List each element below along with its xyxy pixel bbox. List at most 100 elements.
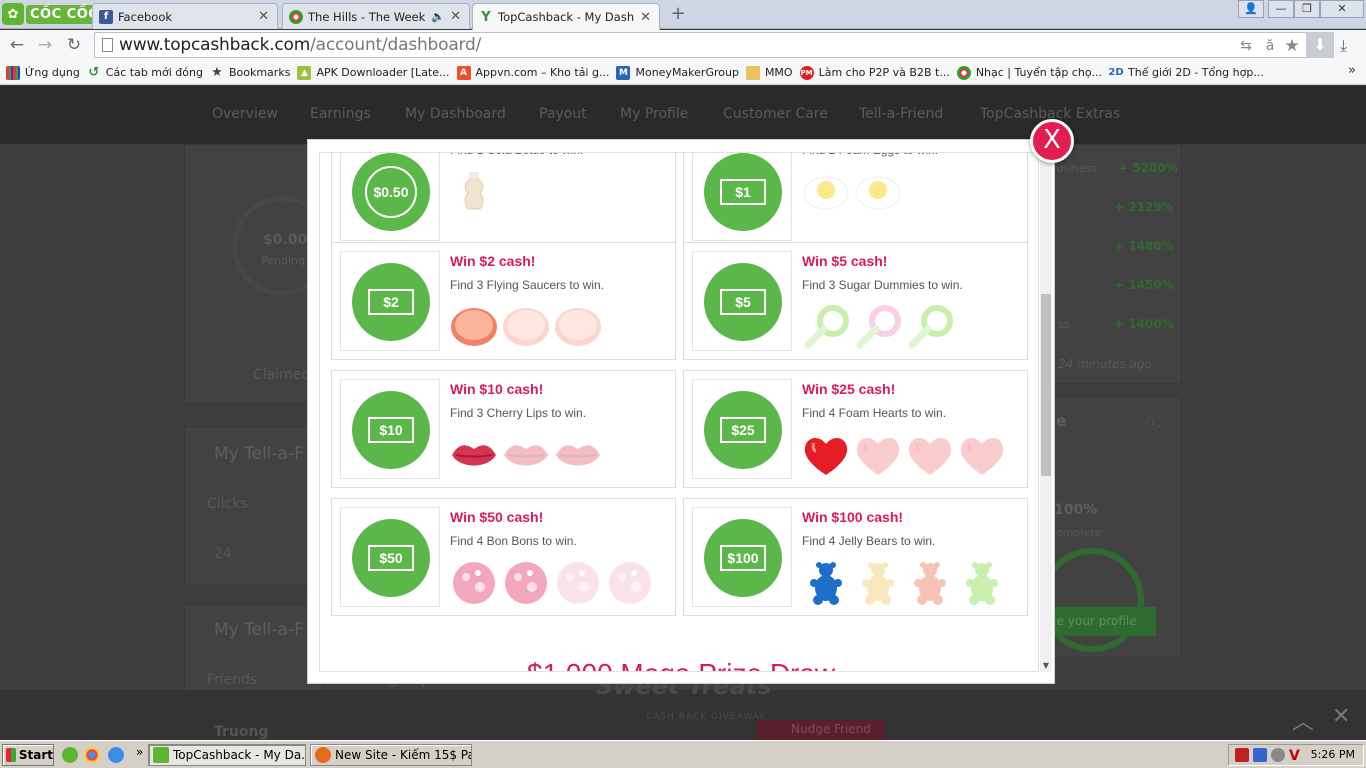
- bookmark-the-gioi-2d[interactable]: 2D Thế giới 2D - Tổng hợp...: [1108, 66, 1271, 80]
- complete-profile-button[interactable]: te your profile: [1042, 607, 1156, 636]
- coccoc-icon: [153, 747, 169, 763]
- browser-toolbar: ← → ↻ www.topcashback.com/account/dashbo…: [0, 30, 1366, 61]
- taskbar-new-site[interactable]: New Site - Kiếm 15$ Pay...: [310, 744, 472, 766]
- mega-prize-heading: $1,000 Mega Prize Draw: [527, 658, 835, 671]
- prize-amount: $50: [368, 545, 414, 571]
- bookmark-p2p-b2b[interactable]: PM Làm cho P2P và B2B t...: [799, 65, 957, 80]
- bookmark-bookmarks[interactable]: ★ Bookmarks: [210, 65, 297, 80]
- prize-instruction: Find 3 Cherry Lips to win.: [450, 406, 587, 420]
- window-close-button[interactable]: ✕: [1320, 0, 1364, 18]
- bear-candy-icon: [802, 561, 850, 605]
- volume-icon[interactable]: [1271, 748, 1285, 762]
- modal-close-button[interactable]: X: [1030, 119, 1074, 163]
- speaker-icon[interactable]: 🔈: [431, 10, 445, 23]
- tell-friend-heading-1: My Tell-a-F: [214, 444, 304, 464]
- business-label: usiness: [1056, 162, 1097, 175]
- close-icon[interactable]: ✕: [640, 10, 651, 25]
- antivirus-icon[interactable]: V: [1289, 748, 1303, 764]
- page-icon: [102, 38, 113, 52]
- nudge-friend-button[interactable]: Nudge Friend: [757, 720, 885, 740]
- typing-icon[interactable]: ă: [1261, 37, 1279, 55]
- bookmark-appvn[interactable]: A Appvn.com – Kho tải g...: [456, 65, 617, 80]
- chrome-icon[interactable]: [84, 747, 100, 763]
- info-icon[interactable]: ⓘ: [1146, 412, 1161, 433]
- nav-customer-care[interactable]: Customer Care: [723, 106, 828, 122]
- user-icon[interactable]: 👤: [1238, 0, 1264, 18]
- ie-icon[interactable]: [108, 747, 124, 763]
- taskbar-topcashback[interactable]: TopCashback - My Da...: [148, 744, 306, 766]
- coccoc-icon[interactable]: [62, 747, 78, 763]
- dummy-candy-icon: [854, 305, 902, 349]
- history-icon: ↺: [88, 65, 100, 80]
- tray-app-icon[interactable]: [1235, 748, 1249, 762]
- forward-arrow-icon[interactable]: →: [34, 34, 56, 56]
- friends-label: Friends: [207, 672, 258, 688]
- star-icon[interactable]: ★: [1283, 37, 1301, 55]
- nav-my-profile[interactable]: My Profile: [620, 106, 688, 122]
- close-icon[interactable]: ✕: [258, 9, 269, 24]
- taskbar-label: New Site - Kiếm 15$ Pay...: [335, 748, 471, 762]
- downloads-icon[interactable]: ⤓: [1340, 36, 1347, 56]
- coccoc-logo[interactable]: ✿ CỐC CỐC: [2, 2, 103, 26]
- quicklaunch-more-icon[interactable]: »: [136, 745, 143, 759]
- bookmark-mmo[interactable]: MMO: [745, 65, 800, 80]
- candy-collection: [450, 431, 602, 479]
- nav-overview[interactable]: Overview: [212, 106, 278, 122]
- candy-collection: [450, 303, 602, 351]
- translate-icon[interactable]: ⇆: [1237, 37, 1255, 55]
- tab-the-hills[interactable]: The Hills - The Weeknd | T 🔈 ✕: [282, 3, 470, 29]
- bookmark-label: Các tab mới đóng: [105, 66, 203, 79]
- bookmark-apps[interactable]: Ứng dụng: [6, 65, 87, 80]
- close-icon[interactable]: ✕: [450, 9, 461, 24]
- modal-scrollbar[interactable]: ▼: [1040, 152, 1052, 672]
- prize-card: $0.50 Find 1 Cola Bottle to win.: [331, 153, 676, 250]
- browser-tab-bar: ✿ CỐC CỐC f Facebook ✕ The Hills - The W…: [0, 0, 1366, 30]
- prize-instruction: Find 1 Cola Bottle to win.: [450, 153, 583, 157]
- egg-candy-icon: [802, 169, 850, 213]
- tab-topcashback[interactable]: Y TopCashback - My Dashboard ✕: [472, 3, 660, 30]
- rate-percentage: + 1480%: [1114, 239, 1174, 253]
- tab-facebook[interactable]: f Facebook ✕: [92, 3, 278, 29]
- bookmark-apk-downloader[interactable]: ▲ APK Downloader [Late...: [297, 65, 456, 80]
- address-bar[interactable]: www.topcashback.com/account/dashboard/ ⇆…: [94, 32, 1334, 58]
- scroll-down-arrow-icon[interactable]: ▼: [1041, 661, 1051, 670]
- prize-instruction: Find 3 Sugar Dummies to win.: [802, 278, 963, 292]
- back-arrow-icon[interactable]: ←: [6, 34, 28, 56]
- bookmarks-overflow-icon[interactable]: »: [1348, 63, 1356, 78]
- tell-friend-heading-2: My Tell-a-F: [214, 620, 304, 640]
- new-tab-button[interactable]: +: [668, 4, 688, 24]
- prize-badge-box: $25: [692, 379, 792, 479]
- bookmark-moneymakergroup[interactable]: M MoneyMakerGroup: [616, 65, 745, 80]
- start-label: Start: [18, 748, 53, 762]
- windows-flag-icon: [6, 748, 16, 762]
- bookmark-recent-tabs[interactable]: ↺ Các tab mới đóng: [87, 65, 210, 80]
- reload-icon[interactable]: ↻: [63, 34, 85, 56]
- sweet-treats-subtitle: CASH BACK GIVEAWAY: [646, 712, 766, 722]
- bookmark-nhac[interactable]: Nhạc | Tuyển tập chọ...: [956, 65, 1109, 80]
- nav-tell-a-friend[interactable]: Tell-a-Friend: [859, 106, 943, 122]
- prize-title: Win $10 cash!: [450, 381, 544, 397]
- prize-card: $5 Win $5 cash! Find 3 Sugar Dummies to wi…: [683, 242, 1028, 360]
- heart-candy-icon: [854, 433, 902, 477]
- download-button-icon[interactable]: ⬇: [1306, 32, 1334, 58]
- scrollbar-thumb[interactable]: [1041, 294, 1051, 476]
- bookmark-label: Thế giới 2D - Tổng hợp...: [1128, 66, 1264, 79]
- rate-percentage: + 1450%: [1114, 278, 1174, 292]
- start-button[interactable]: Start: [2, 744, 54, 766]
- tab-title: Facebook: [118, 9, 173, 24]
- minimize-button[interactable]: —: [1268, 0, 1294, 18]
- prize-card: $50 Win $50 cash! Find 4 Bon Bons to win.: [331, 498, 676, 616]
- nav-payout[interactable]: Payout: [539, 106, 587, 122]
- cash-badge-icon: $1: [704, 153, 782, 231]
- android-icon: ▲: [297, 65, 312, 80]
- footer-close-icon[interactable]: ✕: [1332, 704, 1350, 729]
- nav-my-dashboard[interactable]: My Dashboard: [405, 106, 506, 122]
- clicks-value: 24: [214, 546, 232, 562]
- chevron-up-icon[interactable]: ︿: [1292, 704, 1314, 736]
- heart-candy-icon: [906, 433, 954, 477]
- nav-earnings[interactable]: Earnings: [310, 106, 371, 122]
- restore-button[interactable]: ❐: [1294, 0, 1320, 18]
- prize-card: $25 Win $25 cash! Find 4 Foam Hearts to wi…: [683, 370, 1028, 488]
- network-icon[interactable]: [1253, 748, 1267, 762]
- url-text[interactable]: www.topcashback.com/account/dashboard/: [119, 35, 481, 55]
